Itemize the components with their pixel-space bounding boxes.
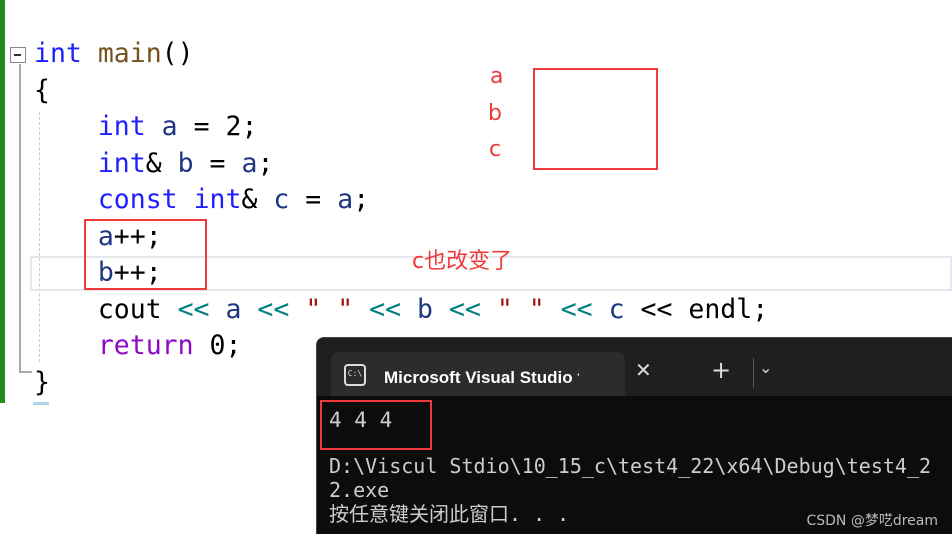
highlight-box-increments	[84, 219, 207, 290]
code-token: b	[177, 147, 194, 179]
code-token: 0;	[193, 330, 242, 361]
code-token: int	[193, 184, 242, 215]
highlight-box-values	[533, 68, 658, 170]
fold-line	[19, 64, 21, 372]
chevron-down-icon[interactable]: ⌄	[759, 358, 772, 377]
code-line: {	[34, 73, 50, 109]
code-token: " "	[496, 293, 545, 325]
code-token: cout	[34, 293, 178, 325]
highlight-box-output	[320, 400, 432, 450]
code-token: " "	[305, 293, 354, 325]
code-token: b	[417, 293, 434, 325]
annotation-note: c也改变了	[412, 249, 513, 274]
code-line: int a = 2;	[34, 109, 258, 145]
code-line: int main()	[34, 36, 194, 72]
code-token: int	[97, 147, 146, 179]
console-path-line: D:\Viscul Stdio\10_15_c\test4_22\x64\Deb…	[329, 454, 932, 502]
code-token: <<	[177, 293, 210, 325]
new-tab-button[interactable]: +	[711, 356, 731, 384]
code-token: int	[97, 111, 146, 142]
code-token: =	[193, 147, 242, 179]
code-token: <<	[560, 293, 593, 325]
divider	[753, 358, 754, 388]
code-token: a	[337, 184, 354, 215]
code-line: int& b = a;	[34, 146, 274, 182]
terminal-icon: C:\	[344, 364, 366, 386]
label-a: a	[490, 64, 504, 89]
watermark: CSDN @梦呓dream	[806, 513, 938, 529]
code-token: ;	[257, 147, 274, 179]
code-line: cout << a << " " << b << " " << c << end…	[34, 292, 768, 328]
collapse-icon[interactable]	[10, 47, 26, 63]
code-token: <<	[448, 293, 481, 325]
code-token: a	[225, 293, 242, 325]
caret-marker	[33, 402, 49, 405]
code-token: return	[97, 330, 194, 361]
code-line: const int& c = a;	[34, 182, 369, 218]
code-token: a	[241, 147, 258, 179]
tab-title: Microsoft Visual Studio 调试控制台	[384, 368, 579, 387]
tab-bar: C:\ Microsoft Visual Studio 调试控制台 ✕ + ⌄	[317, 338, 952, 396]
code-token: <<	[369, 293, 402, 325]
label-c: c	[489, 137, 502, 162]
code-token: int	[34, 38, 82, 69]
code-token: &	[145, 147, 178, 179]
label-b: b	[488, 101, 502, 126]
code-token: main	[97, 38, 162, 69]
change-indicator-bar	[0, 0, 5, 403]
code-token: const	[97, 184, 178, 215]
code-token: c	[273, 184, 290, 215]
code-token: <<	[257, 293, 290, 325]
code-token: << endl;	[624, 293, 769, 325]
code-token: =	[289, 184, 338, 215]
code-token: a	[161, 111, 178, 142]
fold-line-end	[19, 371, 32, 373]
console-tab[interactable]: C:\ Microsoft Visual Studio 调试控制台	[331, 352, 625, 396]
code-token: ;	[353, 184, 370, 215]
close-icon[interactable]: ✕	[635, 358, 652, 382]
console-window: C:\ Microsoft Visual Studio 调试控制台 ✕ + ⌄ …	[316, 337, 952, 534]
code-token: = 2;	[177, 111, 258, 142]
code-line: }	[34, 365, 50, 401]
code-line: return 0;	[34, 328, 242, 364]
code-token: &	[241, 184, 274, 215]
code-token: {	[34, 74, 50, 106]
code-token: c	[608, 293, 625, 325]
code-token: ()	[161, 38, 194, 69]
code-token: }	[34, 366, 50, 398]
